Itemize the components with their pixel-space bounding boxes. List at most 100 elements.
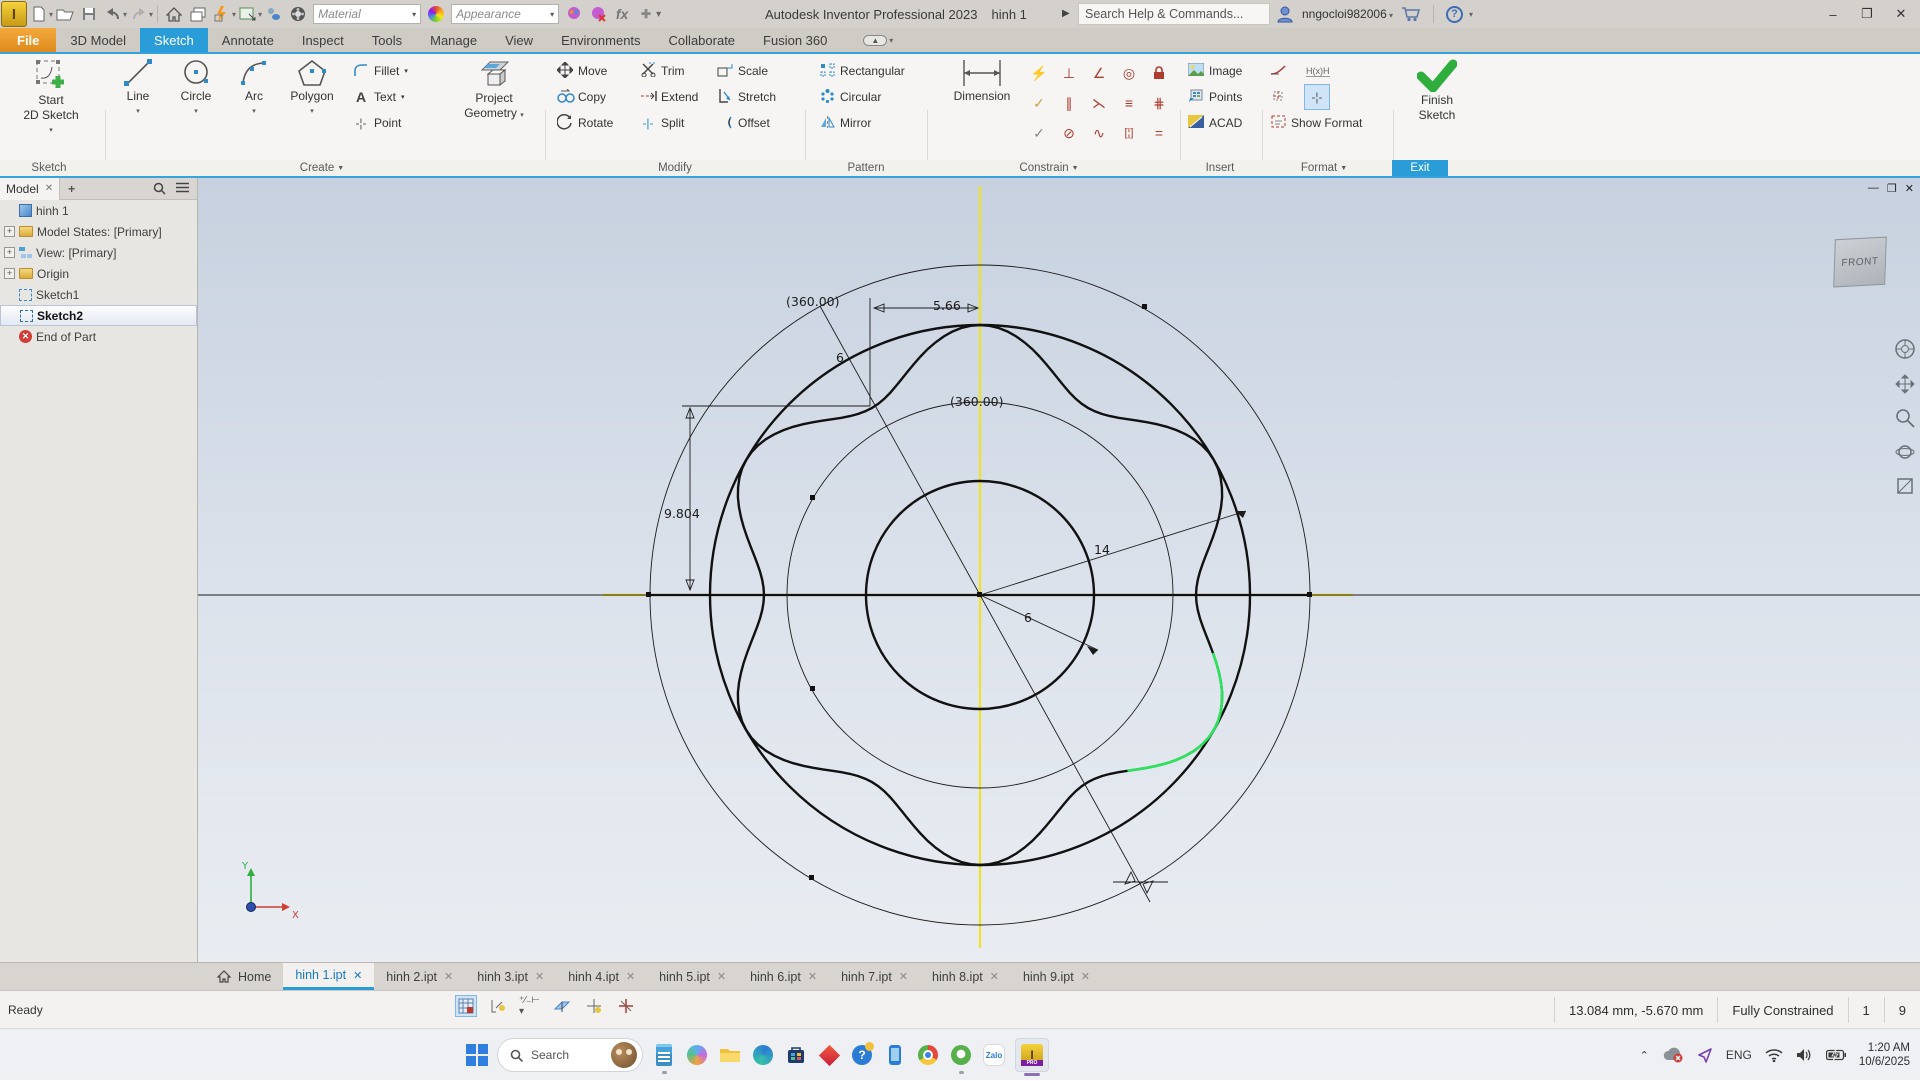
perpendicular-constraint-button[interactable]: ⊥ (1054, 58, 1084, 88)
measure-dropdown[interactable]: ▾ (258, 10, 262, 19)
symmetric-constraint-button[interactable]: [¦] (1114, 118, 1144, 148)
open-file-button[interactable] (54, 3, 76, 25)
browser-add-tab-button[interactable]: + (60, 182, 83, 196)
close-button[interactable]: ✕ (1886, 2, 1916, 26)
help-search-input[interactable]: Search Help & Commands... (1078, 3, 1270, 25)
constraint-visibility-toggle[interactable] (615, 995, 637, 1017)
taskbar-file-explorer-icon[interactable] (718, 1043, 742, 1067)
user-avatar-icon[interactable] (1276, 5, 1294, 23)
taskbar-diamond-app-icon[interactable] (817, 1043, 841, 1067)
parameters-fx-button[interactable]: fx (611, 3, 633, 25)
radius-6-line[interactable] (980, 595, 1098, 650)
split-button[interactable]: -|-Split (640, 112, 684, 134)
start-button[interactable] (466, 1044, 488, 1066)
insert-points-button[interactable]: Points (1188, 86, 1242, 108)
smooth-constraint-button[interactable]: ∿ (1084, 118, 1114, 148)
selected-arc-highlight[interactable] (1128, 653, 1223, 771)
doc-close-icon[interactable]: ✕ (1905, 182, 1914, 195)
doc-tab-hinh1[interactable]: hinh 1.ipt✕ (283, 963, 374, 990)
battery-icon[interactable] (1826, 1049, 1846, 1061)
panel-label-constrain[interactable]: Constrain▼ (1019, 160, 1078, 176)
help-icon[interactable]: ? (1446, 6, 1463, 23)
sheets-button[interactable] (187, 3, 209, 25)
ribbon-collapse-dropdown[interactable]: ▾ (889, 36, 893, 45)
taskbar-help-app-icon[interactable]: ? (850, 1043, 874, 1067)
tree-item-sketch1[interactable]: Sketch1 (0, 284, 197, 305)
auto-dimension-button[interactable]: ⚡ (1024, 58, 1054, 88)
volume-icon[interactable] (1796, 1048, 1813, 1062)
taskbar-copilot-icon[interactable] (685, 1043, 709, 1067)
taskbar-edge-icon[interactable] (751, 1043, 775, 1067)
tab-environments[interactable]: Environments (547, 28, 654, 52)
show-format-button[interactable]: Show Format (1270, 112, 1362, 134)
minimize-button[interactable]: – (1818, 2, 1848, 26)
dimension-display-button[interactable]: H(x)H (1306, 60, 1330, 82)
panel-label-modify[interactable]: Modify (658, 160, 692, 176)
fillet-button[interactable]: Fillet▾ (353, 60, 408, 82)
scale-button[interactable]: Scale (717, 60, 768, 82)
stretch-button[interactable]: Stretch (717, 86, 776, 108)
dim-angle-top[interactable]: (360.00) (786, 294, 840, 309)
point-button[interactable]: -¦- Point (353, 112, 401, 134)
tab-fusion-360[interactable]: Fusion 360 (749, 28, 841, 52)
tree-item-sketch2[interactable]: Sketch2 (0, 305, 197, 326)
undo-button[interactable] (102, 3, 124, 25)
taskbar-journal-icon[interactable] (652, 1043, 676, 1067)
help-dropdown[interactable]: ▾ (1469, 10, 1473, 19)
taskbar-inventor-icon[interactable]: IPRO (1015, 1038, 1049, 1072)
rotate-button[interactable]: Rotate (557, 112, 613, 134)
taskbar-chrome-icon[interactable] (916, 1043, 940, 1067)
tray-chevron-icon[interactable]: ⌃ (1640, 1049, 1649, 1062)
inventor-app-icon[interactable]: I (1, 1, 27, 27)
doc-tab-hinh8[interactable]: hinh 8.ipt✕ (920, 963, 1011, 990)
lock-constraint-button[interactable] (1144, 58, 1174, 88)
offset-button[interactable]: Offset (717, 112, 770, 134)
dim-6-right-text[interactable]: 6 (1024, 610, 1032, 625)
restore-button[interactable]: ❐ (1852, 2, 1882, 26)
degrees-of-freedom-toggle[interactable] (583, 995, 605, 1017)
rectangular-pattern-button[interactable]: Rectangular (819, 60, 905, 82)
browser-search-icon[interactable] (153, 182, 166, 195)
zoom-icon[interactable] (1895, 408, 1915, 428)
navigation-wheel-icon[interactable] (1894, 338, 1916, 360)
extend-button[interactable]: Extend (640, 86, 698, 108)
slice-graphics-toggle[interactable] (551, 995, 573, 1017)
expand-icon[interactable]: + (4, 268, 15, 279)
add-qat-button[interactable]: ✚ (635, 3, 657, 25)
tangent-constraint-button[interactable]: ∠ (1084, 58, 1114, 88)
taskbar-phone-link-icon[interactable] (883, 1043, 907, 1067)
new-file-dropdown[interactable]: ▾ (49, 10, 53, 19)
wifi-icon[interactable] (1765, 1048, 1783, 1062)
taskbar-store-icon[interactable] (784, 1043, 808, 1067)
search-expand-icon[interactable]: ▶ (1062, 8, 1070, 19)
doc-minimize-icon[interactable]: — (1868, 182, 1879, 195)
doc-tab-hinh9[interactable]: hinh 9.ipt✕ (1011, 963, 1102, 990)
tab-inspect[interactable]: Inspect (288, 28, 358, 52)
doc-tab-hinh4[interactable]: hinh 4.ipt✕ (556, 963, 647, 990)
taskb ar-zalo-icon[interactable]: Zalo (982, 1043, 1006, 1067)
move-button[interactable]: Move (557, 60, 607, 82)
doc-tab-hinh2[interactable]: hinh 2.ipt✕ (374, 963, 465, 990)
tab-file[interactable]: File (0, 28, 56, 52)
dim-9804-text[interactable]: 9.804 (664, 506, 700, 521)
vertical-constraint-button[interactable]: ⋕ (1144, 88, 1174, 118)
look-at-icon[interactable] (1895, 476, 1915, 496)
construction-format-button[interactable] (1270, 86, 1286, 108)
taskbar-coccoc-icon[interactable] (949, 1043, 973, 1067)
appearance-dropdown[interactable]: Appearance▾ (451, 4, 559, 24)
tab-view[interactable]: View (491, 28, 547, 52)
line-button[interactable]: Line▾ (109, 58, 167, 118)
browser-tab-model[interactable]: Model✕ (0, 178, 60, 200)
redo-button[interactable] (128, 3, 150, 25)
store-cart-icon[interactable] (1401, 6, 1421, 22)
panel-label-insert[interactable]: Insert (1206, 160, 1235, 176)
adjust-appearance-button[interactable] (563, 3, 585, 25)
panel-label-exit[interactable]: Exit (1392, 160, 1448, 176)
panel-label-pattern[interactable]: Pattern (847, 160, 884, 176)
tree-item-model-states[interactable]: +Model States: [Primary] (0, 221, 197, 242)
tree-item-end-of-part[interactable]: ✕End of Part (0, 326, 197, 347)
finish-sketch-button[interactable]: Finish Sketch (1405, 58, 1469, 122)
equal-constraint-button[interactable]: = (1144, 118, 1174, 148)
project-geometry-button[interactable]: Project Geometry ▾ (457, 58, 531, 122)
circle-button[interactable]: Circle▾ (167, 58, 225, 118)
